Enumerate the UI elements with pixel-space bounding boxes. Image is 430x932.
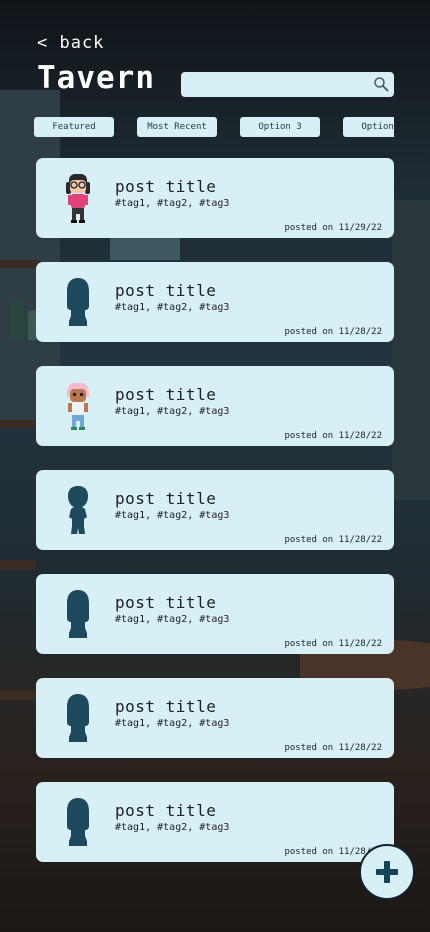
post-card[interactable]: post title #tag1, #tag2, #tag3 posted on…: [36, 470, 394, 550]
post-title: post title: [115, 489, 217, 508]
filter-chip-most-recent[interactable]: Most Recent: [137, 117, 217, 137]
post-title: post title: [115, 177, 217, 196]
back-link[interactable]: < back: [37, 33, 104, 53]
post-date: posted on 11/28/22: [284, 431, 382, 441]
silhouette-long-hair-avatar: [67, 694, 89, 742]
post-tags: #tag1, #tag2, #tag3: [115, 614, 230, 625]
post-tags: #tag1, #tag2, #tag3: [115, 718, 230, 729]
post-title: post title: [115, 385, 217, 404]
filter-chip-option-4[interactable]: Option 4: [343, 117, 394, 137]
girl-with-glasses-avatar: [66, 174, 90, 223]
pink-hair-boy-avatar: [67, 383, 89, 430]
silhouette-long-hair-avatar: [67, 278, 89, 326]
filter-chip-row: Featured Most Recent Option 3 Option 4: [34, 117, 394, 138]
search-bar[interactable]: [181, 72, 394, 97]
post-title: post title: [115, 697, 217, 716]
post-card[interactable]: post title #tag1, #tag2, #tag3 posted on…: [36, 574, 394, 654]
post-title: post title: [115, 593, 217, 612]
post-date: posted on 11/28/22: [284, 535, 382, 545]
post-date: posted on 11/29/22: [284, 223, 382, 233]
new-post-button[interactable]: [359, 844, 415, 900]
post-tags: #tag1, #tag2, #tag3: [115, 198, 230, 209]
post-card[interactable]: post title #tag1, #tag2, #tag3 posted on…: [36, 366, 394, 446]
post-tags: #tag1, #tag2, #tag3: [115, 822, 230, 833]
post-date: posted on 11/28/22: [284, 743, 382, 753]
post-tags: #tag1, #tag2, #tag3: [115, 510, 230, 521]
post-card[interactable]: post title #tag1, #tag2, #tag3 posted on…: [36, 262, 394, 342]
silhouette-long-hair-avatar: [67, 590, 89, 638]
post-tags: #tag1, #tag2, #tag3: [115, 406, 230, 417]
filter-chip-featured[interactable]: Featured: [34, 117, 114, 137]
search-icon[interactable]: [373, 76, 389, 92]
post-title: post title: [115, 801, 217, 820]
filter-chip-option-3[interactable]: Option 3: [240, 117, 320, 137]
post-card[interactable]: post title #tag1, #tag2, #tag3 posted on…: [36, 678, 394, 758]
post-date: posted on 11/28/22: [284, 327, 382, 337]
post-card[interactable]: post title #tag1, #tag2, #tag3 posted on…: [36, 158, 394, 238]
post-card[interactable]: post title #tag1, #tag2, #tag3 posted on…: [36, 782, 394, 862]
silhouette-short-hair-avatar: [68, 486, 88, 534]
silhouette-long-hair-avatar: [67, 798, 89, 846]
search-input[interactable]: [187, 75, 371, 96]
post-tags: #tag1, #tag2, #tag3: [115, 302, 230, 313]
plus-icon: [376, 861, 398, 883]
post-title: post title: [115, 281, 217, 300]
page-title: Tavern: [37, 60, 155, 96]
post-date: posted on 11/28/22: [284, 639, 382, 649]
